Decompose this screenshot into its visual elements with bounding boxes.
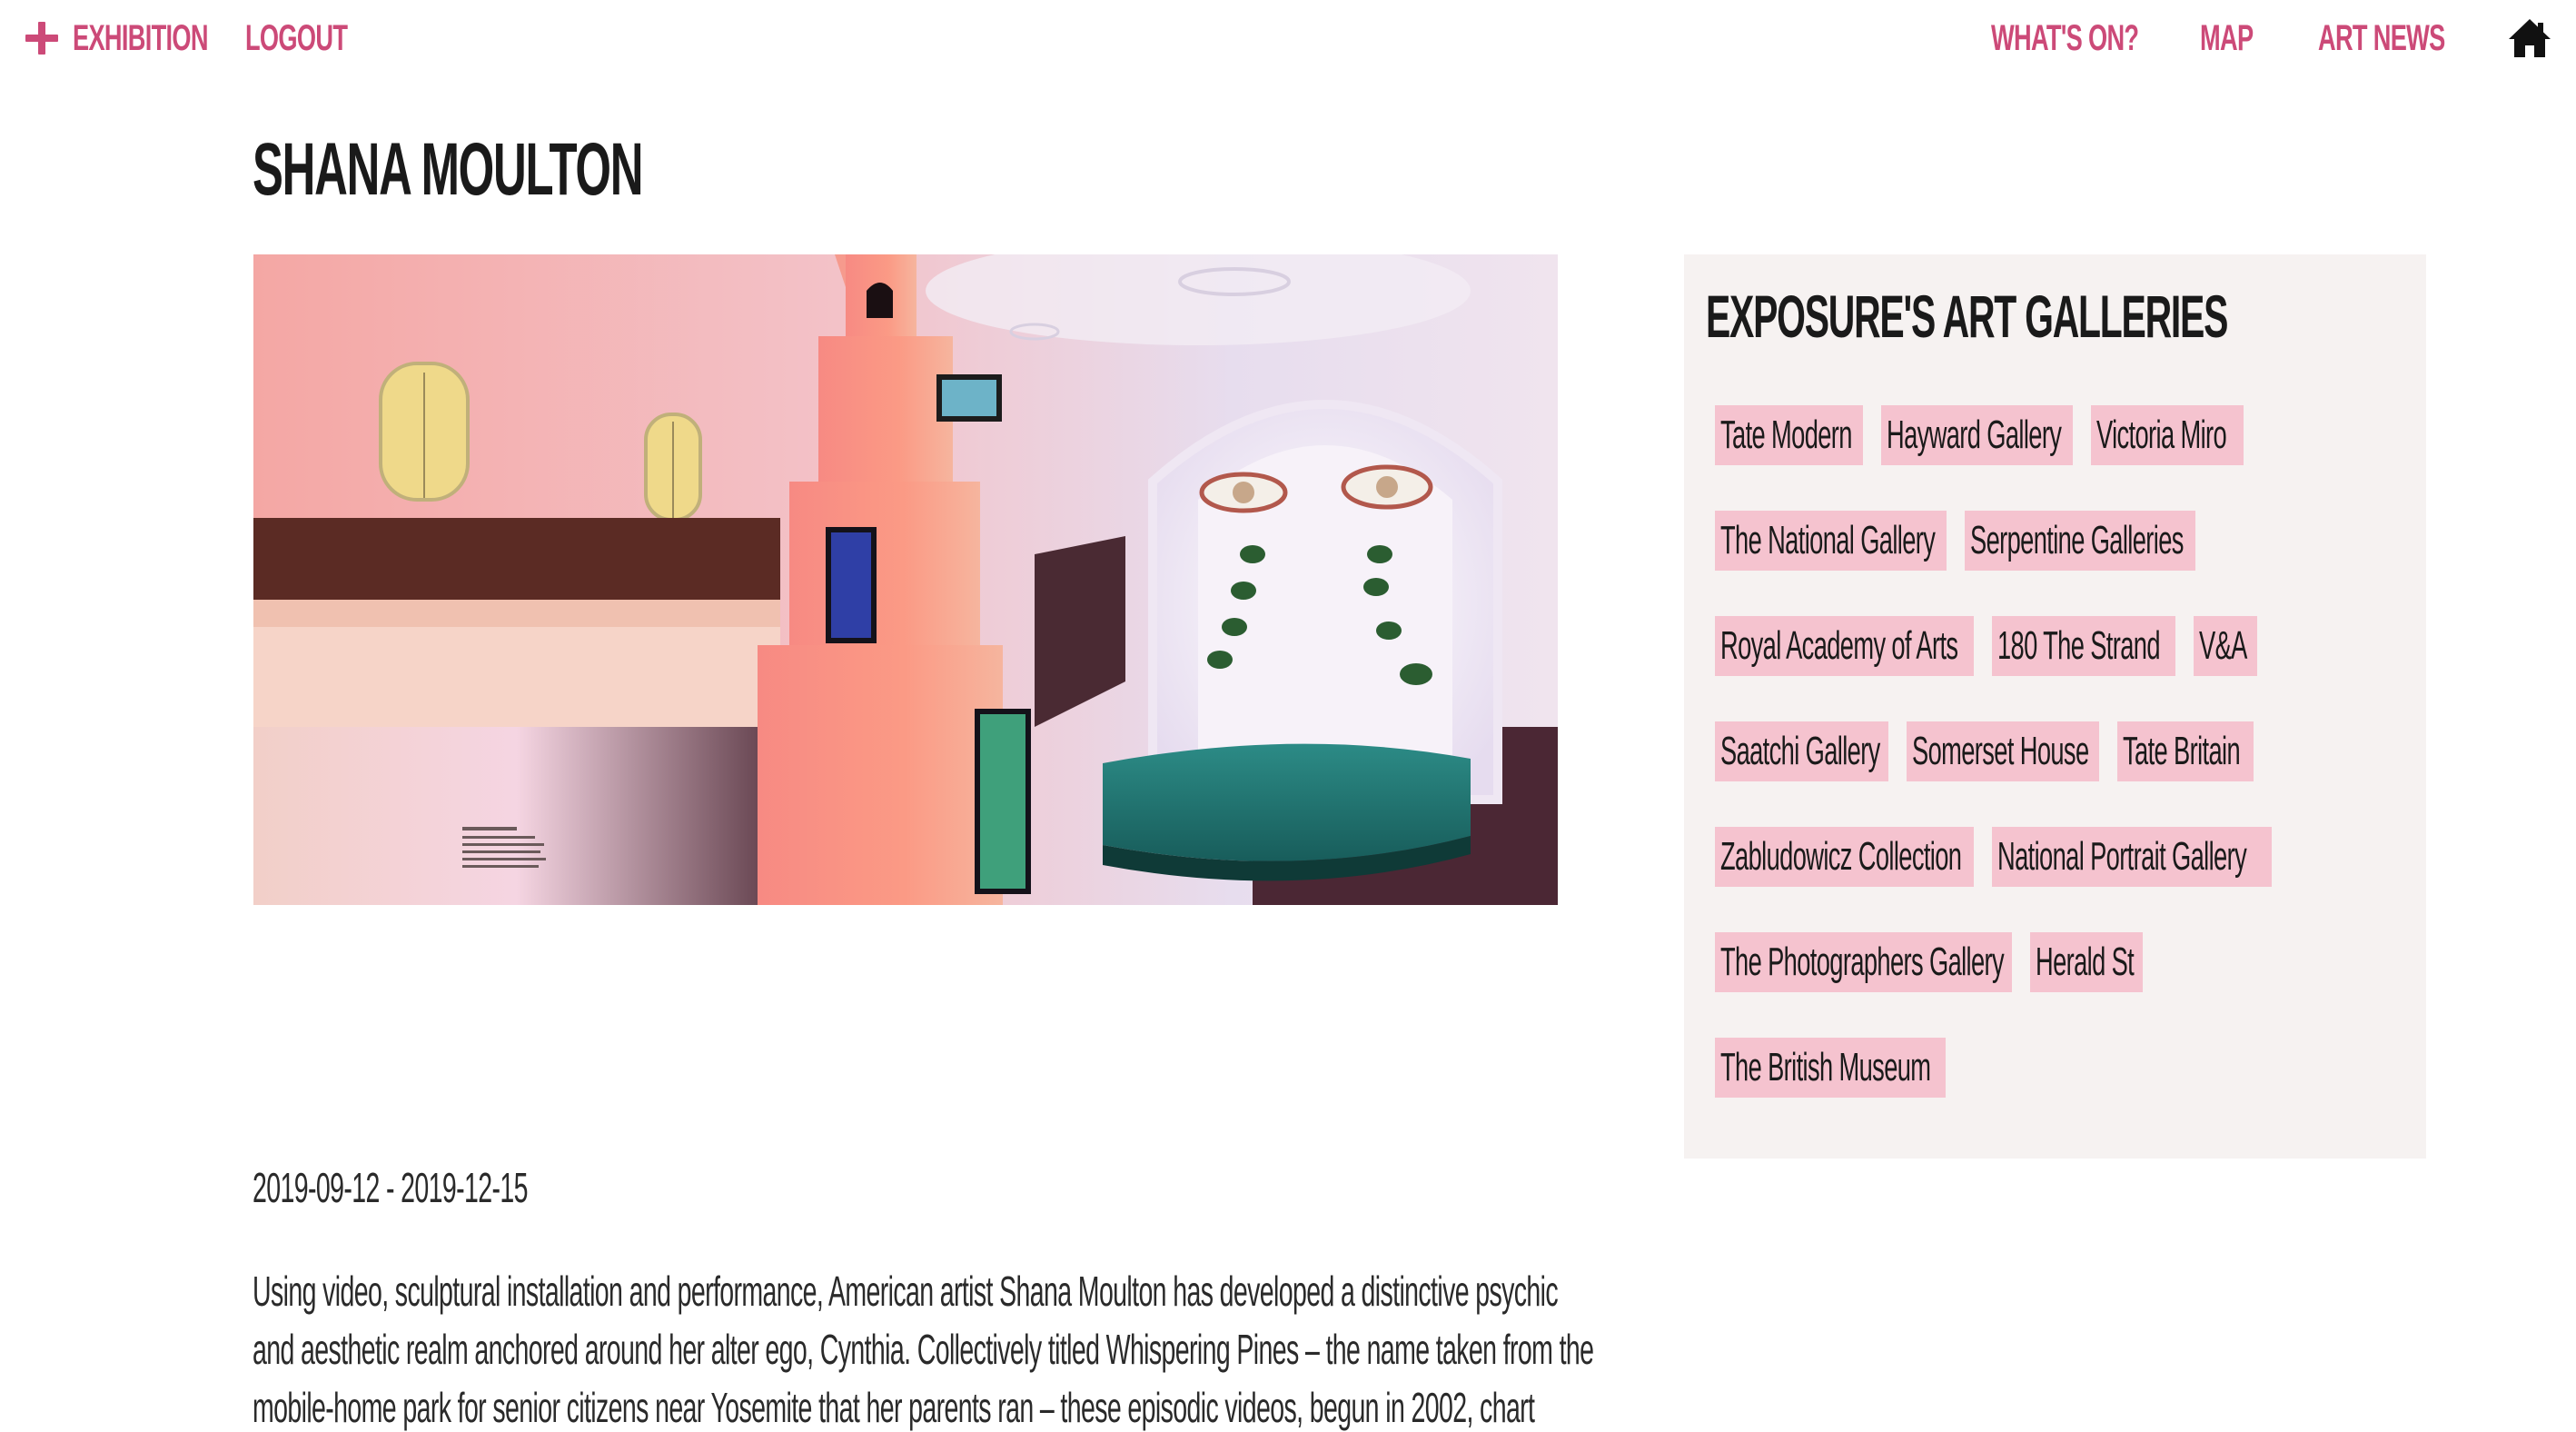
gallery-chip-victoria-miro[interactable]: Victoria Miro <box>2091 405 2244 465</box>
gallery-chip-somerset-house[interactable]: Somerset House <box>1907 721 2099 781</box>
gallery-chip-royal-academy-of-arts[interactable]: Royal Academy of Arts <box>1715 616 1974 676</box>
top-nav-left: EXHIBITION LOGOUT <box>24 13 348 64</box>
exhibition-link-wrap[interactable]: EXHIBITION <box>73 18 209 59</box>
logout-link[interactable]: LOGOUT <box>245 18 348 59</box>
gallery-chip-the-photographers-gallery[interactable]: The Photographers Gallery <box>1715 932 2012 992</box>
exhibition-link[interactable]: EXHIBITION <box>73 18 209 59</box>
gallery-row: Saatchi Gallery Somerset House Tate Brit… <box>1715 721 2254 781</box>
page-title: SHANA MOULTON <box>253 128 643 211</box>
gallery-chip-tate-britain[interactable]: Tate Britain <box>2117 721 2254 781</box>
gallery-chip-serpentine-galleries[interactable]: Serpentine Galleries <box>1965 511 2195 571</box>
galleries-sidebar: EXPOSURE'S ART GALLERIES Tate Modern Hay… <box>1684 254 2426 1159</box>
gallery-chip-v-and-a[interactable]: V&A <box>2194 616 2257 676</box>
top-nav-right: WHAT'S ON? MAP ART NEWS <box>1991 13 2552 64</box>
whats-on-link-wrap[interactable]: WHAT'S ON? <box>1991 18 2145 59</box>
gallery-chip-zabludowicz-collection[interactable]: Zabludowicz Collection <box>1715 827 1974 887</box>
gallery-chip-saatchi-gallery[interactable]: Saatchi Gallery <box>1715 721 1888 781</box>
logout-link-wrap[interactable]: LOGOUT <box>245 18 348 59</box>
gallery-row: Royal Academy of Arts 180 The Strand V&A <box>1715 616 2257 676</box>
description-line: mobile-home park for senior citizens nea… <box>253 1384 1535 1431</box>
description-line: Using video, sculptural installation and… <box>253 1268 1559 1315</box>
map-link[interactable]: MAP <box>2200 18 2254 59</box>
exhibition-dates: 2019-09-12 - 2019-12-15 <box>253 1164 528 1211</box>
whats-on-link[interactable]: WHAT'S ON? <box>1991 18 2139 59</box>
gallery-chip-the-national-gallery[interactable]: The National Gallery <box>1715 511 1947 571</box>
art-news-link[interactable]: ART NEWS <box>2318 18 2445 59</box>
gallery-chip-hayward-gallery[interactable]: Hayward Gallery <box>1881 405 2073 465</box>
gallery-row: The National Gallery Serpentine Gallerie… <box>1715 511 2195 571</box>
gallery-row: Zabludowicz Collection National Portrait… <box>1715 827 2272 887</box>
description-line: and aesthetic realm anchored around her … <box>253 1326 1594 1373</box>
exhibition-image <box>253 254 1558 905</box>
gallery-chip-tate-modern[interactable]: Tate Modern <box>1715 405 1863 465</box>
sidebar-title: EXPOSURE'S ART GALLERIES <box>1706 283 2228 350</box>
map-link-wrap[interactable]: MAP <box>2200 18 2264 59</box>
art-news-link-wrap[interactable]: ART NEWS <box>2318 18 2452 59</box>
plus-icon[interactable] <box>24 20 60 56</box>
gallery-chip-national-portrait-gallery[interactable]: National Portrait Gallery <box>1992 827 2272 887</box>
home-icon[interactable] <box>2507 17 2552 59</box>
gallery-row: Tate Modern Hayward Gallery Victoria Mir… <box>1715 405 2244 465</box>
gallery-chip-the-british-museum[interactable]: The British Museum <box>1715 1038 1946 1098</box>
gallery-chip-herald-st[interactable]: Herald St <box>2030 932 2143 992</box>
gallery-chip-180-the-strand[interactable]: 180 The Strand <box>1992 616 2175 676</box>
gallery-row: The British Museum <box>1715 1038 1946 1098</box>
gallery-row: The Photographers Gallery Herald St <box>1715 932 2143 992</box>
